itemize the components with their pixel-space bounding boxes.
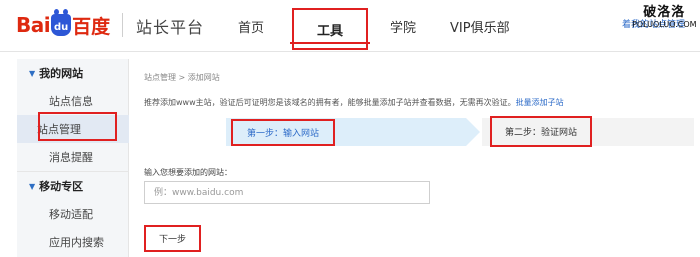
step-2-verify-site: 第二步：验证网站 <box>490 116 592 147</box>
logo-text-bai: Bai <box>16 13 51 37</box>
nav-home[interactable]: 首页 <box>238 17 264 36</box>
logo-divider <box>122 13 123 37</box>
sidebar-item-mobile-adapt[interactable]: 移动适配 <box>17 200 129 228</box>
logo-text-cn: 百度 <box>72 15 111 38</box>
triangle-down-icon: ▼ <box>29 181 36 191</box>
sidebar-item-messages[interactable]: 消息提醒 <box>17 143 129 171</box>
sidebar-group-label: 移动专区 <box>39 180 84 193</box>
triangle-down-icon: ▼ <box>29 68 36 78</box>
breadcrumb: 站点管理 > 添加网站 <box>144 73 220 82</box>
batch-add-subsite-link[interactable]: 批量添加子站 <box>516 98 564 107</box>
nav-vip-club[interactable]: VIP俱乐部 <box>450 17 510 36</box>
sidebar-item-in-app-search[interactable]: 应用内搜索 <box>17 228 129 256</box>
sidebar-item-site-info[interactable]: 站点信息 <box>17 87 129 115</box>
nav-school[interactable]: 学院 <box>390 17 416 36</box>
watermark: 破洛洛 POLUOLUO.COM <box>632 6 697 29</box>
paw-icon: du <box>51 9 72 36</box>
top-header: Bai du 百度 站长平台 首页 工具 学院 VIP俱乐部 着我的站点管理 破… <box>0 0 700 52</box>
site-title: 站长平台 <box>136 18 205 37</box>
next-step-button[interactable]: 下一步 <box>144 225 201 252</box>
watermark-cn: 破洛洛 <box>643 5 686 20</box>
sidebar-group-label: 我的网站 <box>39 67 84 80</box>
intro-text: 推荐添加www主站，验证后可证明您是该域名的拥有者，能够批量添加子站并查看数据，… <box>144 97 564 108</box>
nav-active-underline <box>290 42 370 44</box>
step-indicator: 第一步：输入网站 第二步：验证网站 <box>226 116 694 147</box>
sidebar-group-my-sites[interactable]: ▼ 我的网站 <box>17 59 129 87</box>
sidebar: ▼ 我的网站 站点信息 站点管理 消息提醒 ▼ 移动专区 移动适配 应用内搜索 <box>17 59 129 257</box>
sidebar-group-mobile[interactable]: ▼ 移动专区 <box>17 172 129 200</box>
watermark-en: POLUOLUO.COM <box>632 20 697 29</box>
site-url-input[interactable] <box>144 181 430 204</box>
baidu-logo[interactable]: Bai du 百度 <box>16 9 111 40</box>
intro-description: 推荐添加www主站，验证后可证明您是该域名的拥有者，能够批量添加子站并查看数据，… <box>144 98 516 107</box>
site-url-label: 输入您想要添加的网站： <box>144 168 232 177</box>
sidebar-highlight-box <box>38 112 117 141</box>
step-1-enter-site: 第一步：输入网站 <box>231 119 335 146</box>
